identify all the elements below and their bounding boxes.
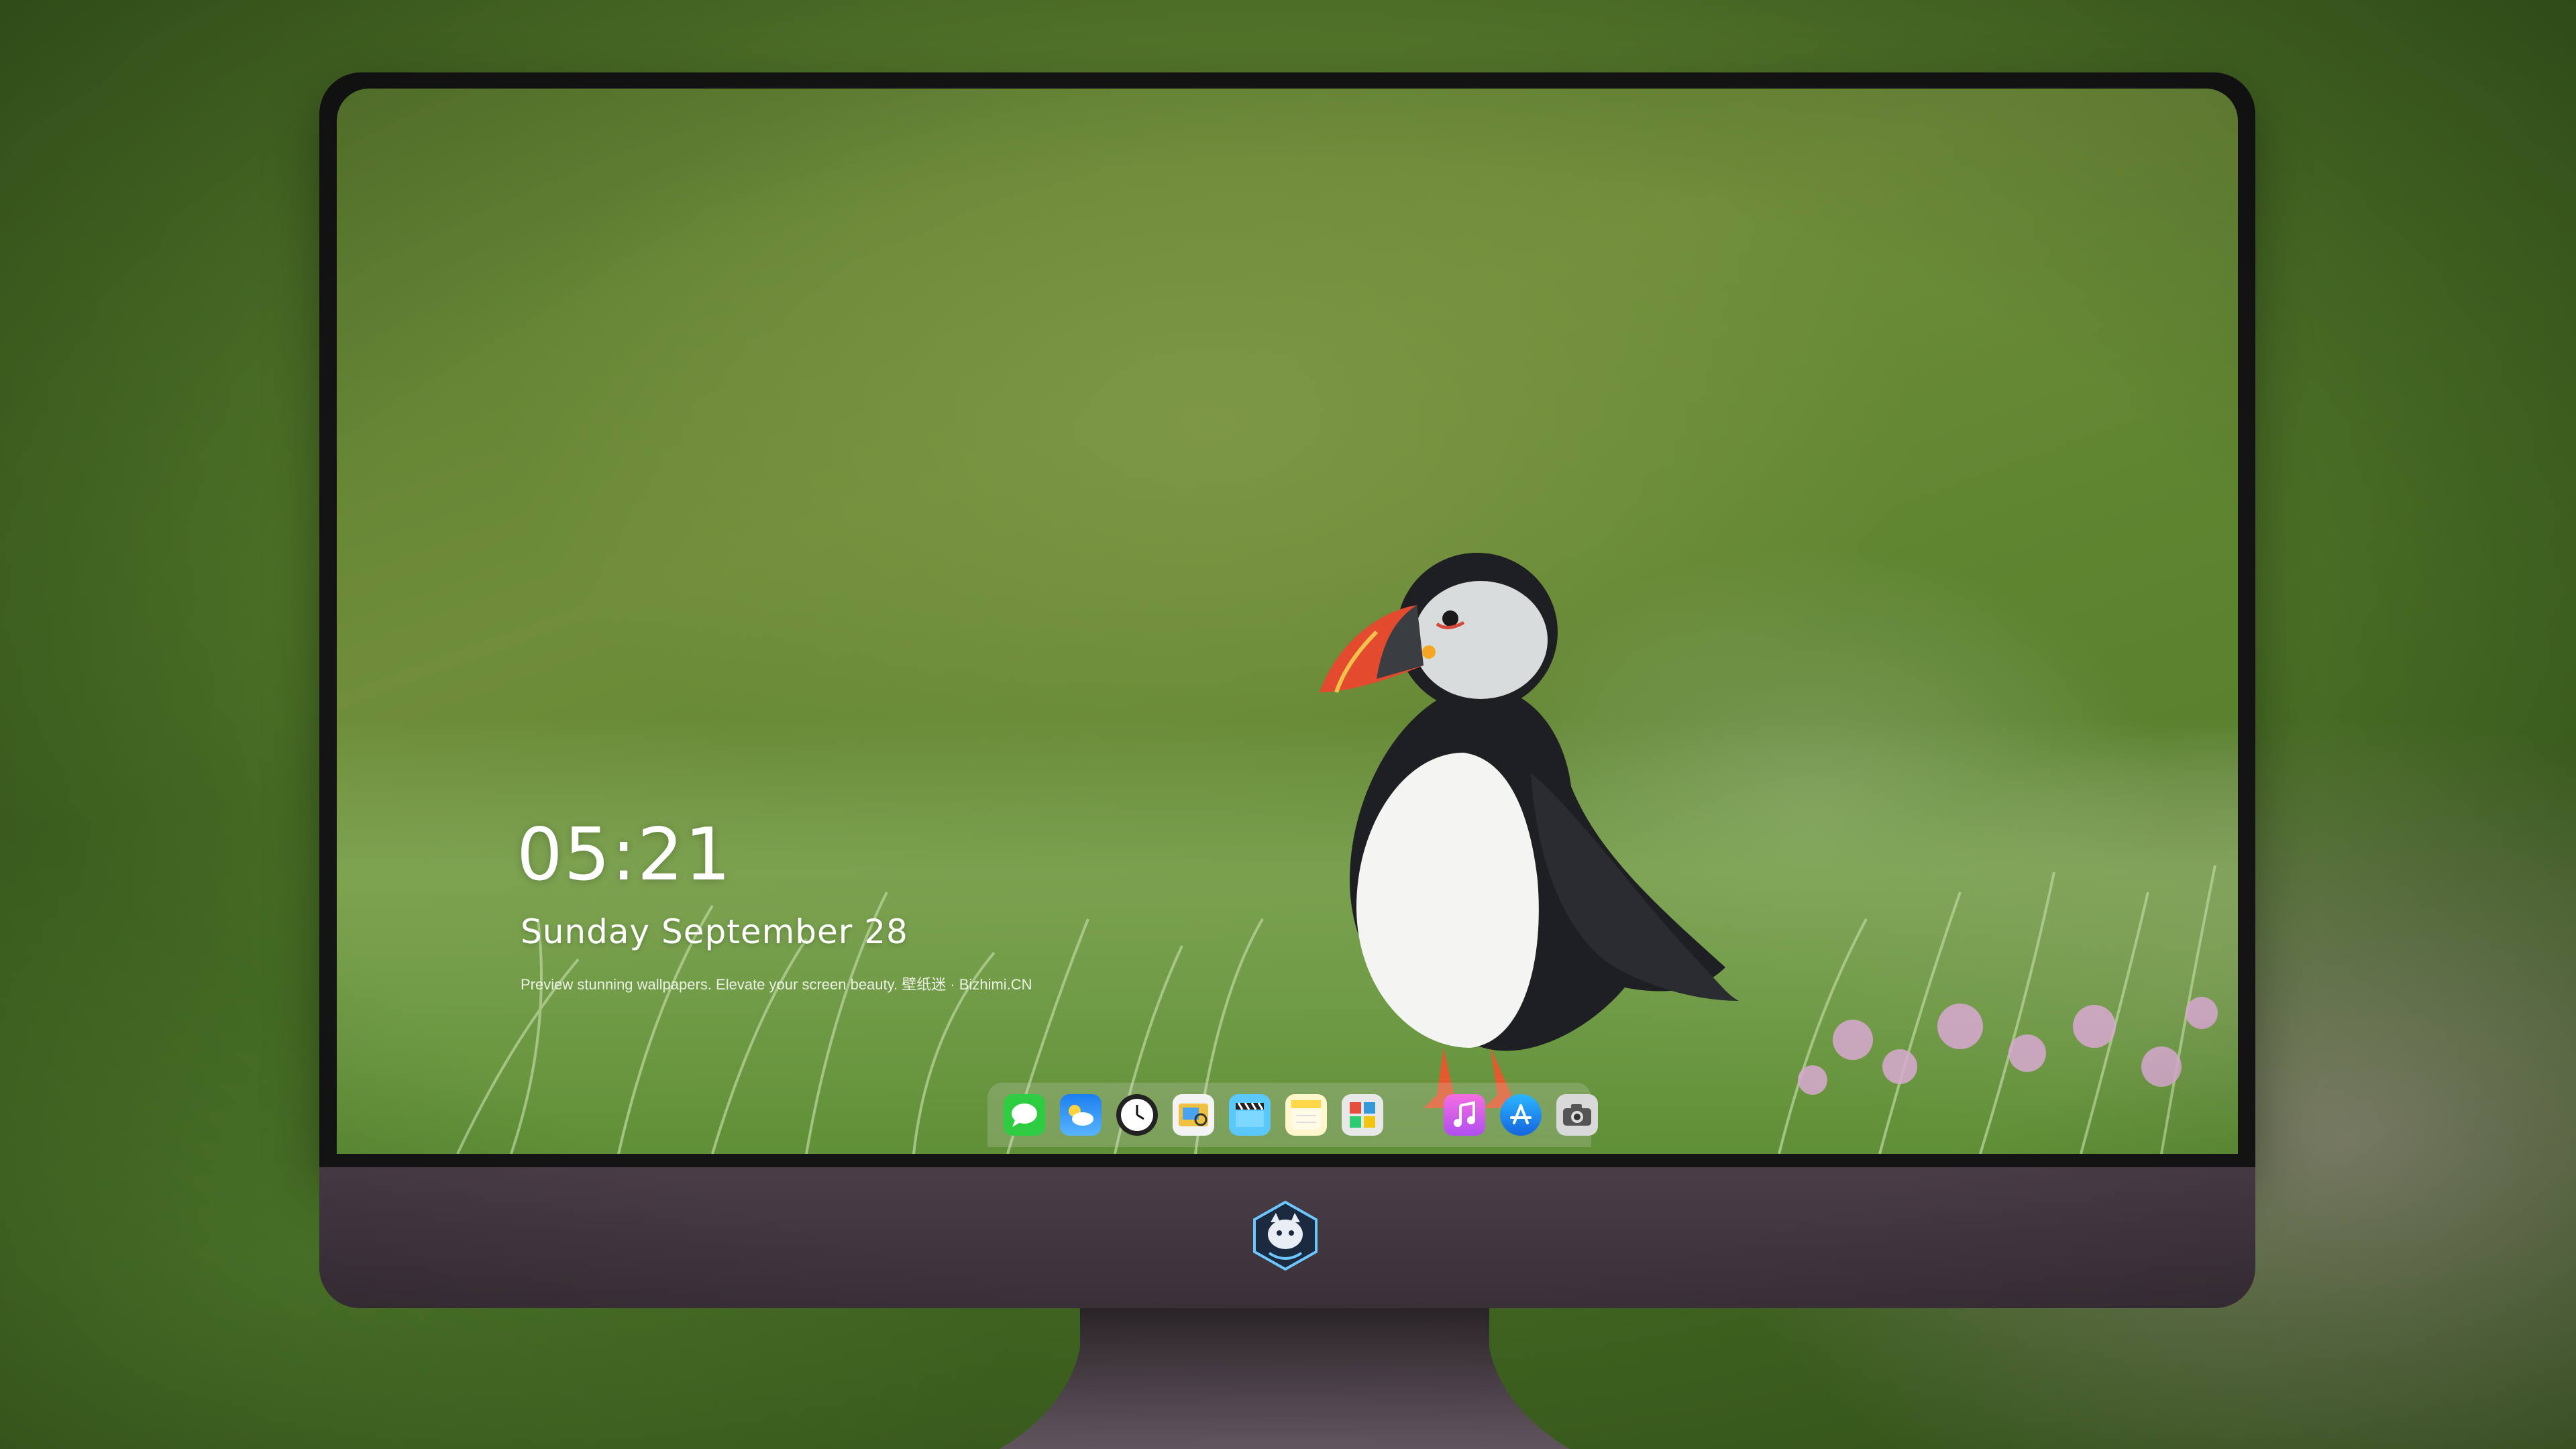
puffin-illustration (1320, 553, 1739, 1108)
notes-icon[interactable] (1285, 1094, 1327, 1136)
monitor-stand (1000, 1308, 1570, 1449)
lockscreen-date: Sunday September 28 (521, 912, 908, 951)
grass-foreground (337, 718, 2238, 1154)
desktop-background: 05:21 Sunday September 28 Preview stunni… (0, 0, 2576, 1449)
clips-icon[interactable] (1229, 1094, 1271, 1136)
music-icon[interactable] (1444, 1094, 1485, 1136)
monitor-chin (319, 1167, 2255, 1308)
preview-icon[interactable] (1173, 1094, 1214, 1136)
brand-logo-icon (1253, 1200, 1318, 1271)
lockscreen-time: 05:21 (517, 813, 733, 897)
photo-booth-icon[interactable] (1342, 1094, 1383, 1136)
weather-icon[interactable] (1060, 1094, 1102, 1136)
clock-icon[interactable] (1116, 1094, 1158, 1136)
lockscreen-tagline: Preview stunning wallpapers. Elevate you… (521, 976, 1032, 993)
dock (987, 1083, 1598, 1147)
monitor-screen: 05:21 Sunday September 28 Preview stunni… (337, 89, 2238, 1154)
messages-icon[interactable] (1004, 1094, 1045, 1136)
monitor-bezel (319, 72, 2255, 1167)
app-store-icon[interactable] (1500, 1094, 1542, 1136)
camera-icon[interactable] (1556, 1094, 1598, 1136)
